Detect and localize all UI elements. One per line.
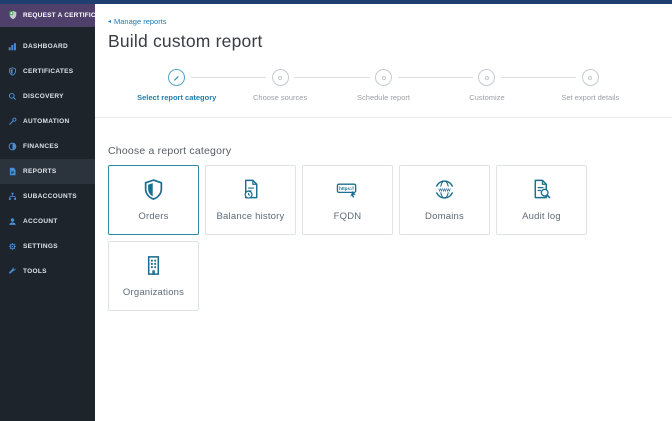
sidebar-item-certificates[interactable]: CERTIFICATES <box>0 59 95 84</box>
step-choose-sources[interactable]: Choose sources <box>190 69 331 102</box>
app-window: REQUEST A CERTIFICATE DASHBOARD CERTIFIC… <box>0 0 672 421</box>
category-card-balance-history[interactable]: Balance history <box>205 165 296 235</box>
sidebar: REQUEST A CERTIFICATE DASHBOARD CERTIFIC… <box>0 4 109 421</box>
breadcrumb-manage-reports[interactable]: ◂ Manage reports <box>108 17 167 26</box>
gear-icon <box>276 69 284 87</box>
account-icon <box>8 213 17 231</box>
sidebar-item-reports[interactable]: REPORTS <box>0 159 95 184</box>
sidebar-item-dashboard[interactable]: DASHBOARD <box>0 34 95 59</box>
sidebar-item-automation[interactable]: AUTOMATION <box>0 109 95 134</box>
dashboard-icon <box>8 38 17 56</box>
document-search-icon <box>530 178 553 206</box>
back-arrow-icon: ◂ <box>108 19 112 25</box>
certificates-icon <box>8 63 17 81</box>
discovery-icon <box>8 88 17 106</box>
reports-icon <box>8 163 17 181</box>
main-content: ◂ Manage reports Build custom report Sel… <box>95 4 672 421</box>
subaccounts-icon <box>8 188 17 206</box>
step-circle-active <box>168 69 186 87</box>
step-circle <box>375 69 393 87</box>
globe-www-icon: www <box>433 178 456 206</box>
step-circle <box>478 69 496 87</box>
section-divider <box>95 117 672 118</box>
pencil-icon <box>172 69 181 87</box>
document-clock-icon <box>239 178 262 206</box>
globe-www-icon-text: www <box>437 187 451 193</box>
automation-icon <box>8 113 17 131</box>
step-schedule-report[interactable]: Schedule report <box>293 69 435 102</box>
sidebar-item-tools[interactable]: TOOLS <box>0 259 95 284</box>
category-card-audit-log[interactable]: Audit log <box>496 165 587 235</box>
category-card-grid: Orders Balance history https:// FQDN www… <box>108 165 590 311</box>
url-bar-icon-text: https:// <box>339 186 354 191</box>
sidebar-item-settings[interactable]: SETTINGS <box>0 234 95 259</box>
section-title: Choose a report category <box>108 145 232 157</box>
category-card-fqdn[interactable]: https:// FQDN <box>302 165 393 235</box>
step-select-report-category[interactable]: Select report category <box>125 69 228 102</box>
report-stepper: Select report category Choose sources Sc… <box>125 69 642 102</box>
page-title: Build custom report <box>108 31 263 51</box>
category-card-orders[interactable]: Orders <box>108 165 199 235</box>
building-icon <box>142 254 165 282</box>
shield-half-icon <box>142 178 165 206</box>
sidebar-item-discovery[interactable]: DISCOVERY <box>0 84 95 109</box>
step-circle <box>271 69 289 87</box>
category-card-domains[interactable]: www Domains <box>399 165 490 235</box>
finances-icon <box>8 138 17 156</box>
sidebar-nav: DASHBOARD CERTIFICATES DISCOVERY AUTOMAT… <box>0 34 95 284</box>
url-bar-icon: https:// <box>335 178 360 206</box>
sidebar-item-subaccounts[interactable]: SUBACCOUNTS <box>0 184 95 209</box>
gear-icon <box>380 69 388 87</box>
category-card-organizations[interactable]: Organizations <box>108 241 199 311</box>
step-circle <box>581 69 599 87</box>
gear-icon <box>586 69 594 87</box>
sidebar-item-finances[interactable]: FINANCES <box>0 134 95 159</box>
step-customize[interactable]: Customize <box>397 69 538 102</box>
settings-icon <box>8 238 17 256</box>
tools-icon <box>8 263 17 281</box>
gear-icon <box>483 69 491 87</box>
step-set-export-details[interactable]: Set export details <box>500 69 642 102</box>
sidebar-item-account[interactable]: ACCOUNT <box>0 209 95 234</box>
certificate-plus-icon <box>8 7 18 25</box>
request-certificate-button[interactable]: REQUEST A CERTIFICATE <box>0 4 109 27</box>
